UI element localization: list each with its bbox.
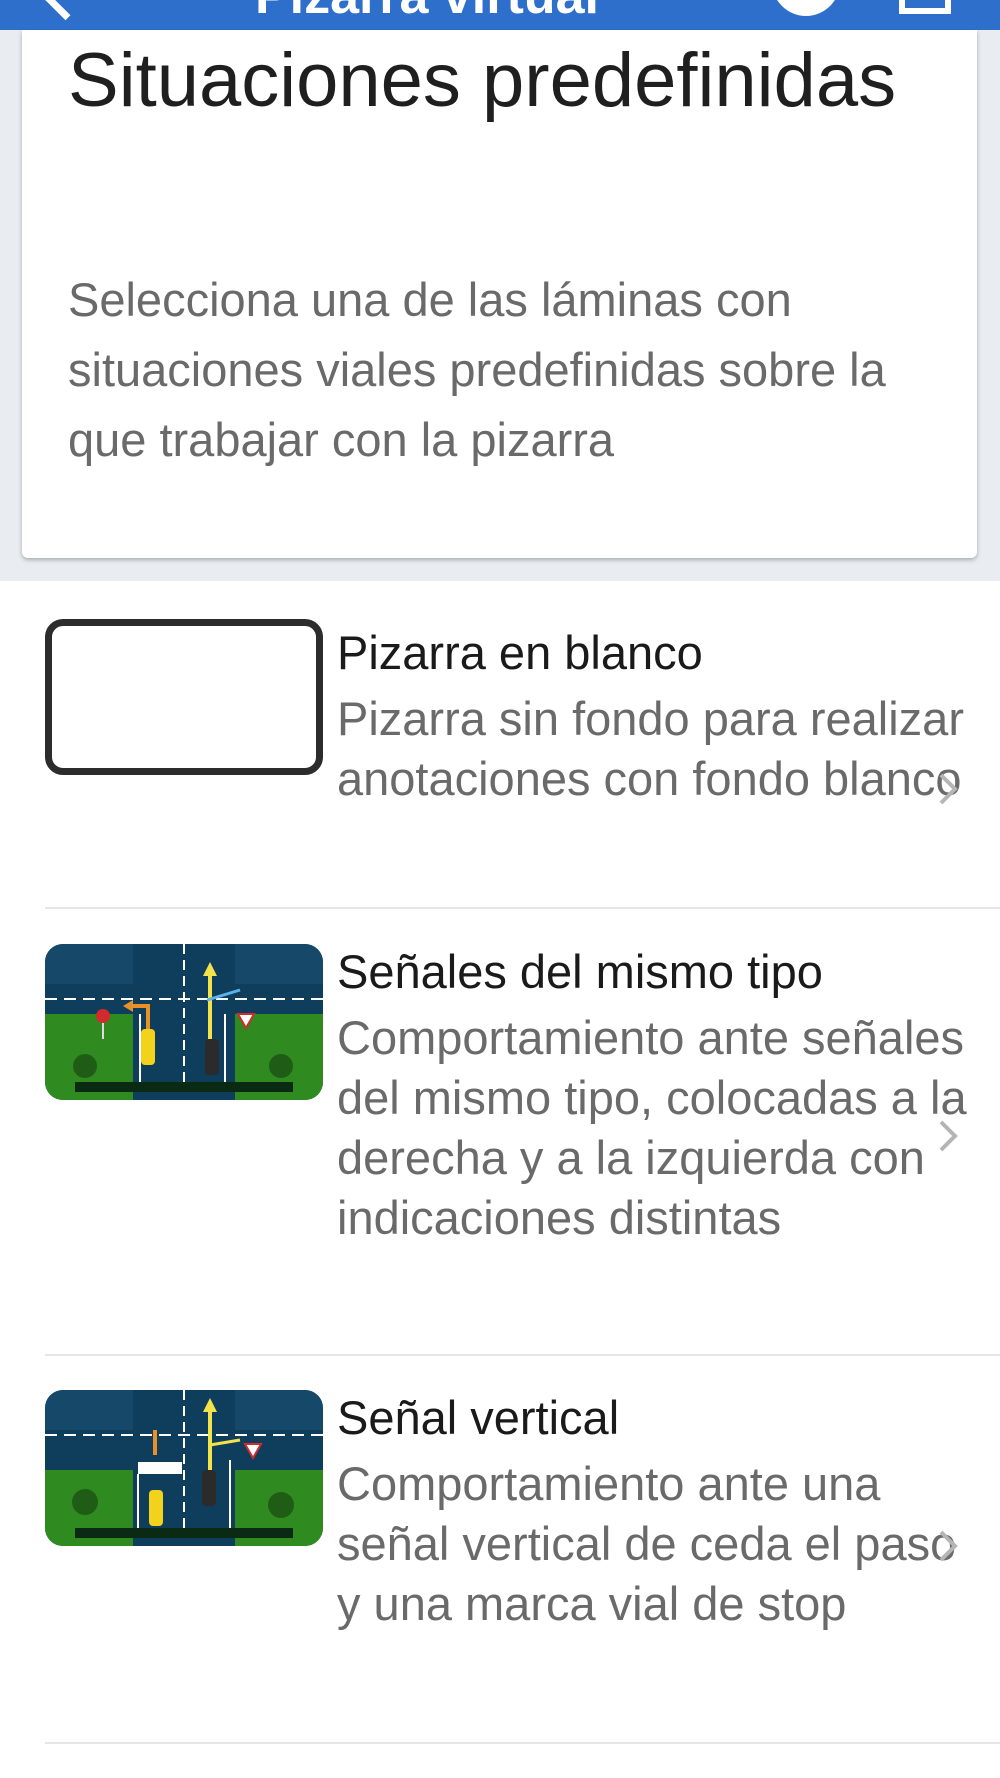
- situations-list: Pizarra en blanco Pizarra sin fondo para…: [0, 581, 1000, 1778]
- item-description: Pizarra sin fondo para realizar anotacio…: [337, 692, 964, 805]
- list-divider: [45, 1354, 1000, 1356]
- chevron-right-icon: [939, 773, 958, 805]
- list-divider: [45, 1742, 1000, 1744]
- item-title: Señales del mismo tipo: [337, 945, 823, 998]
- back-arrow-icon[interactable]: [40, 0, 91, 21]
- header-card: Situaciones predefinidas Selecciona una …: [22, 30, 977, 558]
- page-title: Situaciones predefinidas: [68, 38, 897, 123]
- page-subtitle: Selecciona una de las láminas con situac…: [68, 273, 886, 466]
- blank-board-thumbnail: [45, 619, 323, 775]
- intersection-scene-thumbnail: [45, 944, 323, 1100]
- app-bar-title: Pizarra virtual: [255, 0, 599, 26]
- intersection-scene-thumbnail: [45, 1390, 323, 1546]
- list-item-same-type-signs[interactable]: Señales del mismo tipo Comportamiento an…: [45, 944, 1000, 1344]
- item-description: Comportamiento ante señales del mismo ti…: [337, 1011, 967, 1244]
- item-description: Comportamiento ante una señal vertical d…: [337, 1457, 957, 1630]
- chevron-right-icon: [939, 1120, 958, 1152]
- item-title: Señal vertical: [337, 1391, 620, 1444]
- item-title: Pizarra en blanco: [337, 626, 703, 679]
- list-item-blank-board[interactable]: Pizarra en blanco Pizarra sin fondo para…: [45, 619, 1000, 919]
- list-item-vertical-sign[interactable]: Señal vertical Comportamiento ante una s…: [45, 1390, 1000, 1770]
- chevron-right-icon: [939, 1530, 958, 1562]
- list-divider: [45, 907, 1000, 909]
- circle-button-icon[interactable]: [772, 0, 840, 16]
- app-bar: Pizarra virtual: [0, 0, 1000, 30]
- square-button-icon[interactable]: [899, 0, 951, 14]
